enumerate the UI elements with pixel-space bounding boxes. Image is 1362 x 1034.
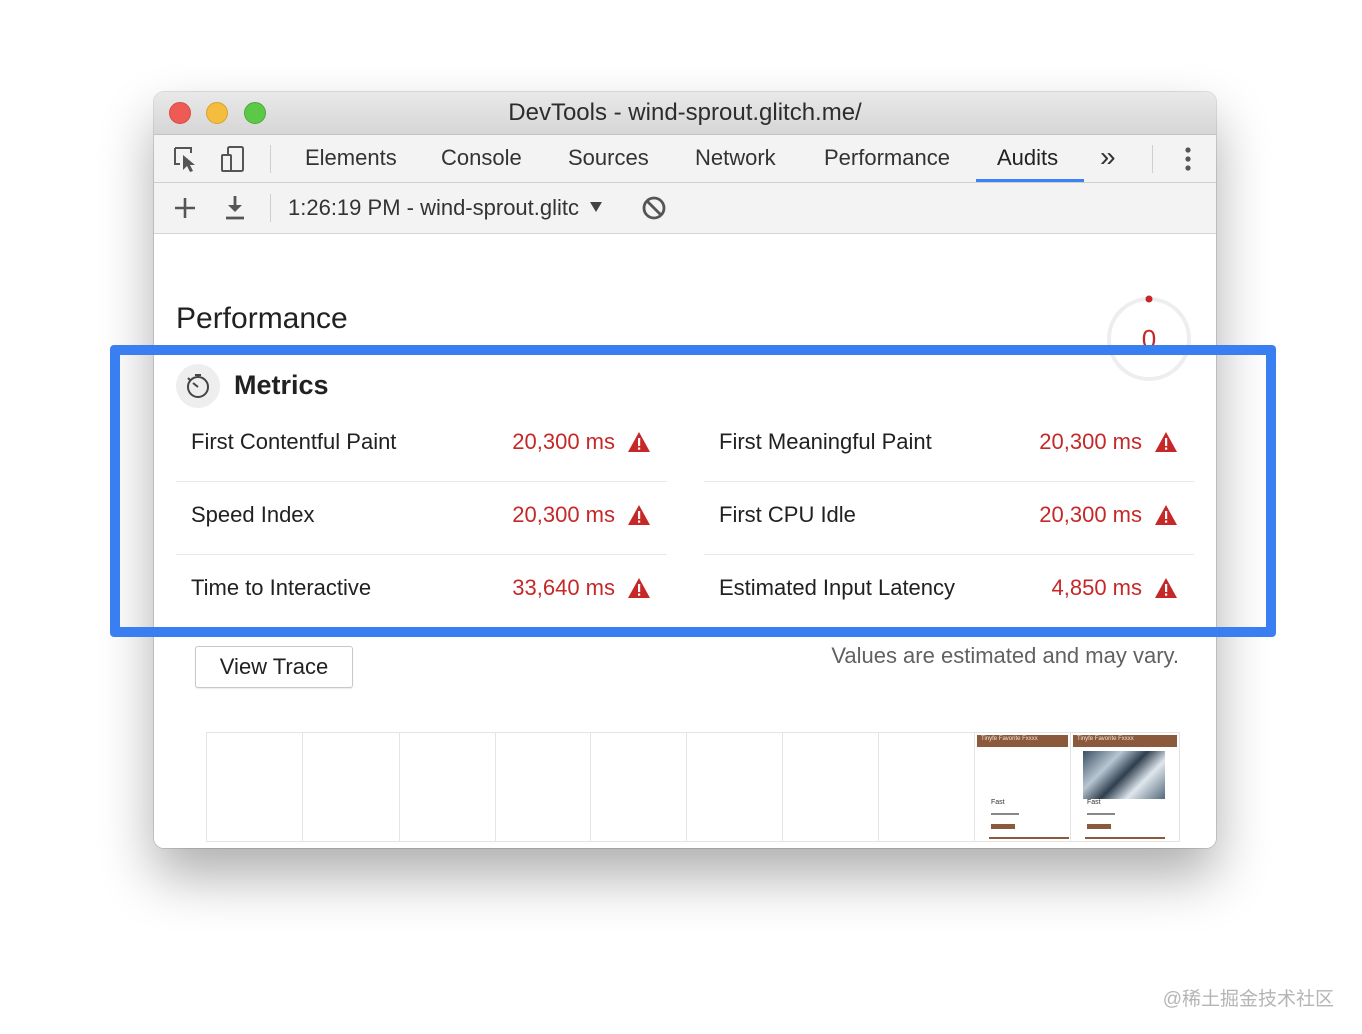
thumbnail-hero-image (1083, 751, 1165, 799)
filmstrip-frame-loaded: Tinyfe Favorite Fxxxx Fast (1071, 733, 1179, 841)
filmstrip-frame (207, 733, 303, 841)
tab-elements[interactable]: Elements (305, 145, 397, 171)
filmstrip-frame (879, 733, 975, 841)
tab-sources[interactable]: Sources (568, 145, 649, 171)
thumbnail-footer-line (989, 837, 1069, 839)
window-title: DevTools - wind-sprout.glitch.me/ (508, 99, 862, 126)
thumbnail-header-text: Tinyfe Favorite Fxxxx (981, 736, 1038, 742)
device-toolbar-icon[interactable] (218, 144, 248, 174)
view-trace-button[interactable]: View Trace (195, 646, 353, 688)
filmstrip-frame (303, 733, 400, 841)
filmstrip-frame (400, 733, 496, 841)
title-bar: DevTools - wind-sprout.glitch.me/ (154, 92, 1216, 135)
panel-tab-bar: Elements Console Sources Network Perform… (154, 135, 1216, 183)
tab-separator (1152, 145, 1153, 173)
download-icon[interactable] (220, 193, 250, 223)
filmstrip-frame (496, 733, 591, 841)
tab-performance[interactable]: Performance (824, 145, 950, 171)
thumbnail-footer-line (1085, 837, 1165, 839)
active-tab-indicator (976, 179, 1084, 182)
clear-icon[interactable] (639, 193, 669, 223)
thumbnail-text-line (991, 813, 1019, 815)
report-select-value: 1:26:19 PM - wind-sprout.glitc (288, 195, 580, 220)
thumbnail-button (991, 824, 1015, 829)
audits-toolbar: 1:26:19 PM - wind-sprout.glitc (154, 183, 1216, 234)
plus-icon[interactable] (170, 193, 200, 223)
more-vert-icon[interactable] (1173, 144, 1203, 174)
inspect-element-icon[interactable] (171, 144, 201, 174)
thumbnail-header: Tinyfe Favorite Fxxxx (977, 735, 1068, 747)
report-select[interactable]: 1:26:19 PM - wind-sprout.glitc (288, 195, 603, 221)
thumbnail-text-line (1087, 813, 1115, 815)
tab-network[interactable]: Network (695, 145, 776, 171)
more-tabs-button[interactable]: » (1100, 141, 1116, 173)
toolbar-separator (270, 194, 271, 222)
thumbnail-header: Tinyfe Favorite Fxxxx (1073, 735, 1177, 747)
filmstrip-frame (591, 733, 687, 841)
filmstrip-frame-loaded: Tinyfe Favorite Fxxxx Fast (975, 733, 1071, 841)
thumbnail-label: Fast (991, 799, 1005, 806)
watermark: @稀土掘金技术社区 (1162, 989, 1334, 1010)
estimate-note: Values are estimated and may vary. (831, 643, 1179, 668)
metrics-highlight-box (110, 345, 1276, 637)
filmstrip-frame (687, 733, 783, 841)
section-title: Performance (176, 302, 348, 335)
tab-audits[interactable]: Audits (997, 145, 1058, 171)
dropdown-arrow-icon (590, 202, 603, 212)
filmstrip: Tinyfe Favorite Fxxxx Fast Tinyfe Favori… (206, 732, 1180, 842)
tab-console[interactable]: Console (441, 145, 522, 171)
thumbnail-button (1087, 824, 1111, 829)
tab-separator (270, 145, 271, 173)
thumbnail-label: Fast (1087, 799, 1101, 806)
filmstrip-frame (783, 733, 879, 841)
thumbnail-header-text: Tinyfe Favorite Fxxxx (1077, 736, 1134, 742)
